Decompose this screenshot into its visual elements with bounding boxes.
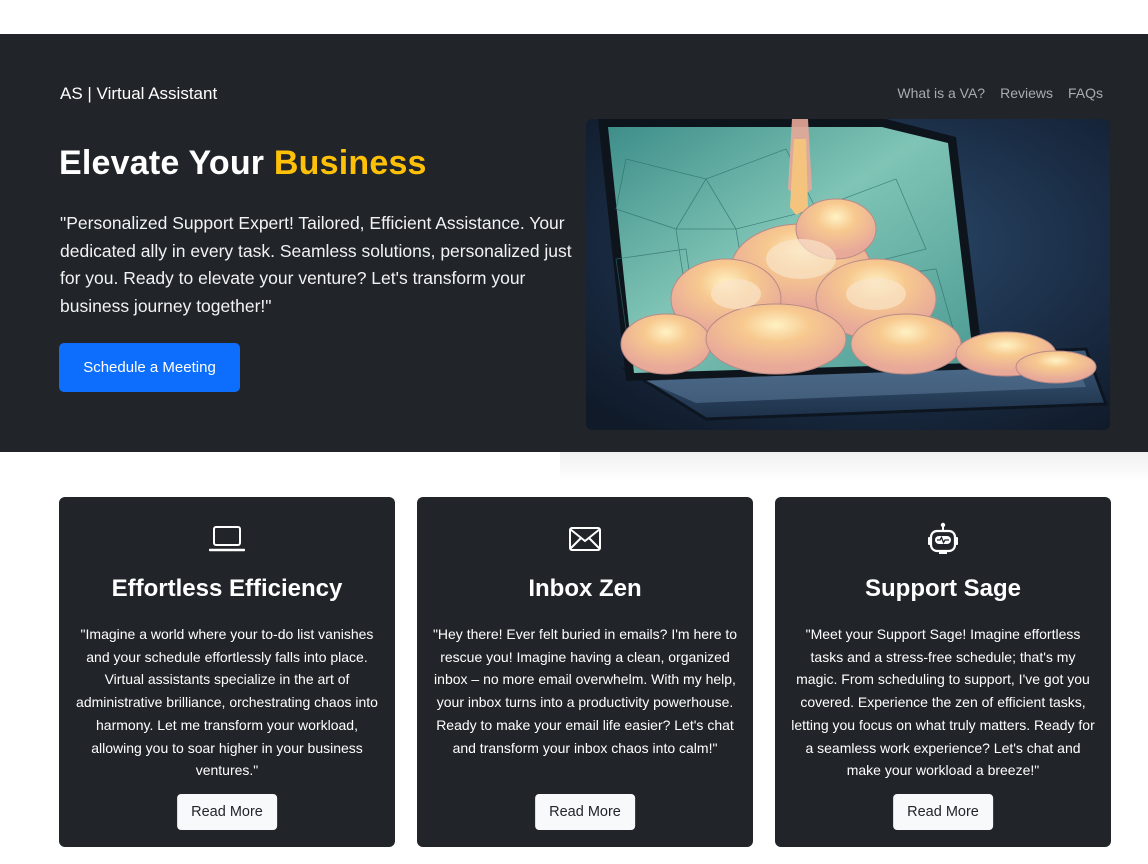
schedule-meeting-button[interactable]: Schedule a Meeting: [59, 343, 240, 392]
card-title: Inbox Zen: [528, 575, 642, 602]
feature-card-efficiency: Effortless Efficiency "Imagine a world w…: [59, 497, 395, 847]
section-shadow: [560, 452, 1148, 482]
read-more-button[interactable]: Read More: [535, 794, 635, 830]
read-more-button[interactable]: Read More: [177, 794, 277, 830]
nav-link-faqs[interactable]: FAQs: [1068, 85, 1103, 101]
hero-lead-text: "Personalized Support Expert! Tailored, …: [60, 213, 572, 316]
brand-logo[interactable]: AS | Virtual Assistant: [60, 84, 217, 104]
nav-link-what-is-va[interactable]: What is a VA?: [897, 85, 985, 101]
laptop-icon: [209, 523, 245, 555]
card-text: "Imagine a world where your to-do list v…: [76, 626, 378, 779]
card-title: Support Sage: [864, 575, 1021, 602]
nav-link-reviews[interactable]: Reviews: [1000, 85, 1053, 101]
hero-title-main: Elevate Your: [59, 144, 274, 182]
hero-title: Elevate Your Business: [59, 144, 427, 183]
feature-card-support: Support Sage "Meet your Support Sage! Im…: [775, 497, 1111, 847]
card-text: "Meet your Support Sage! Imagine effortl…: [791, 626, 1095, 779]
top-nav: What is a VA? Reviews FAQs: [897, 85, 1103, 101]
envelope-icon: [567, 523, 603, 555]
laptop-rocket-illustration: [586, 119, 1110, 430]
hero-title-accent: Business: [273, 144, 427, 182]
read-more-button[interactable]: Read More: [893, 794, 993, 830]
robot-icon: [925, 522, 961, 555]
feature-card-inbox: Inbox Zen "Hey there! Ever felt buried i…: [417, 497, 753, 847]
card-text: "Hey there! Ever felt buried in emails? …: [432, 626, 738, 756]
hero-section: AS | Virtual Assistant What is a VA? Rev…: [0, 34, 1148, 452]
card-title: Effortless Efficiency: [111, 575, 343, 602]
